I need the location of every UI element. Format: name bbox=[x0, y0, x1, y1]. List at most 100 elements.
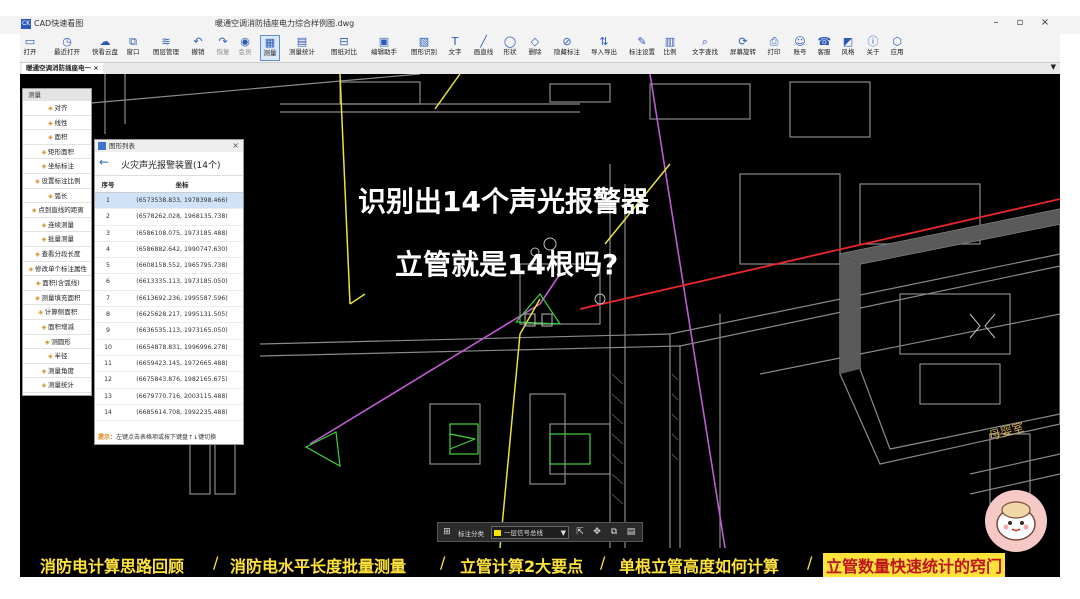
row-index: 6 bbox=[106, 278, 110, 286]
close-panel-button[interactable]: × bbox=[232, 140, 239, 152]
minimize-button[interactable]: – bbox=[986, 17, 1006, 28]
measure-tool-label: 弧长 bbox=[54, 191, 68, 200]
text-search-icon: ⌕ bbox=[701, 35, 709, 48]
toolbar-button-23[interactable]: ⎙ 打印 bbox=[764, 35, 784, 61]
table-row[interactable]: 12 (6675843.876, 1982165.675) bbox=[95, 372, 243, 389]
toolbar-button-22[interactable]: ⟳ 屏幕旋转 bbox=[726, 35, 760, 61]
toolbar-button-21[interactable]: ⌕ 文字查找 bbox=[688, 35, 722, 61]
edit-assistant-icon: ▣ bbox=[378, 35, 390, 48]
measure-tool-item[interactable]: ◈ 面积 bbox=[23, 130, 91, 145]
measure-tool-item[interactable]: ◈ 连续测量 bbox=[23, 218, 91, 233]
toolbar-button-0[interactable]: ▭ 打开 bbox=[20, 35, 40, 61]
measure-tool-label: 设置标注比例 bbox=[41, 176, 81, 185]
document-tab[interactable]: 暖通空调消防插座电一 × bbox=[22, 63, 103, 74]
toolbar-button-10[interactable]: ⊟ 图纸对比 bbox=[327, 35, 361, 61]
toolbar-button-14[interactable]: ╱ 画直线 bbox=[470, 35, 497, 61]
measure-tool-item[interactable]: ◈ 批量测量 bbox=[23, 232, 91, 247]
table-row[interactable]: 3 (6586108.075, 1973185.488) bbox=[95, 226, 243, 242]
table-row[interactable]: 6 (6613335.113, 1973185.050) bbox=[95, 274, 243, 291]
toolbar-button-27[interactable]: ⓘ 关于 bbox=[863, 35, 883, 61]
row-coordinate: (6679770.716, 2003115.488) bbox=[136, 392, 228, 400]
measure-tool-icon: ◈ bbox=[35, 279, 41, 288]
table-row[interactable]: 1 (6573538.833, 1978398.466) bbox=[95, 193, 243, 210]
measure-tool-item[interactable]: ◈ 设置标注比例 bbox=[23, 174, 91, 189]
toolbar-button-28[interactable]: ⬡ 应用 bbox=[887, 35, 907, 61]
toolbar-button-label: 画直线 bbox=[473, 48, 494, 56]
measure-tool-item[interactable]: ◈ 坐标标注 bbox=[23, 159, 91, 174]
measure-tool-item[interactable]: ◈ 面积(含弧线) bbox=[23, 276, 91, 291]
table-row[interactable]: 9 (6636535.113, 1973165.050) bbox=[95, 323, 243, 340]
measure-tool-item[interactable]: ◈ 点到直线的距离 bbox=[23, 203, 91, 218]
measure-tool-item[interactable]: ◈ 半径 bbox=[23, 349, 91, 364]
measure-tool-icon: ◈ bbox=[38, 308, 44, 317]
row-coordinate: (6608158.552, 1965795.738) bbox=[136, 262, 228, 270]
table-row[interactable]: 10 (6654878.831, 1996996.278) bbox=[95, 340, 243, 356]
toolbar-button-19[interactable]: ✎ 标注设置 bbox=[625, 35, 659, 61]
group-header: ← 火灾声光报警装置(14个) bbox=[95, 152, 243, 176]
measure-tool-label: 点到直线的距离 bbox=[38, 206, 84, 215]
copy-icon[interactable]: ⧉ bbox=[609, 527, 619, 537]
table-row[interactable]: 4 (6586882.642, 1990747.630) bbox=[95, 242, 243, 259]
table-row[interactable]: 11 (6659423.145, 1972665.488) bbox=[95, 356, 243, 373]
toolbar-button-8[interactable]: ▦ 测量 bbox=[260, 35, 280, 61]
toolbar-button-13[interactable]: T 文字 bbox=[445, 35, 465, 61]
measure-tool-item[interactable]: ◈ 面积增减 bbox=[23, 320, 91, 335]
toolbar-button-label: 打开 bbox=[23, 48, 37, 56]
table-row[interactable]: 2 (6578262.028, 1968135.738) bbox=[95, 209, 243, 226]
row-coordinate: (6625628.217, 1995131.505) bbox=[136, 311, 228, 319]
export-icon[interactable]: ⇱ bbox=[575, 527, 585, 537]
toolbar-button-11[interactable]: ▣ 编辑助手 bbox=[367, 35, 401, 61]
tab-menu-button[interactable]: ▼ bbox=[1051, 63, 1056, 71]
paste-icon[interactable]: ▤ bbox=[626, 527, 636, 537]
toolbar-button-7[interactable]: ◉ 会员 bbox=[235, 35, 255, 61]
column-header-coordinate: 坐标 bbox=[175, 181, 189, 189]
move-icon[interactable]: ✥ bbox=[592, 527, 602, 537]
measure-tool-item[interactable]: ◈ 线性 bbox=[23, 116, 91, 131]
toolbar-button-20[interactable]: ▥ 比例 bbox=[660, 35, 680, 61]
toolbar-button-5[interactable]: ↶ 撤销 bbox=[188, 35, 208, 61]
toolbar-button-9[interactable]: ▤ 测量统计 bbox=[285, 35, 319, 61]
back-arrow-icon[interactable]: ← bbox=[99, 155, 109, 169]
toolbar-button-6[interactable]: ↷ 恢复 bbox=[213, 35, 233, 61]
table-row[interactable]: 13 (6679770.716, 2003115.488) bbox=[95, 389, 243, 405]
toolbar-button-label: 关于 bbox=[866, 48, 880, 56]
app-window: CK CAD快速看图 暖通空调消防插座电力综合样例图.dwg – ▫ × ▭ 打开… bbox=[0, 0, 1080, 599]
measure-tool-item[interactable]: ◈ 测量填充面积 bbox=[23, 291, 91, 306]
grid-icon[interactable]: ⊞ bbox=[442, 527, 452, 537]
measure-tool-item[interactable]: ◈ 测量角度 bbox=[23, 364, 91, 379]
maximize-button[interactable]: ▫ bbox=[1010, 17, 1030, 28]
mascot-avatar bbox=[985, 490, 1047, 552]
measure-tool-item[interactable]: ◈ 矩形面积 bbox=[23, 145, 91, 160]
table-row[interactable]: 7 (6613692.236, 1995587.596) bbox=[95, 291, 243, 308]
toolbar-button-26[interactable]: ◩ 风格 bbox=[838, 35, 858, 61]
annotation-category-select[interactable]: 一层信号总线 ▼ bbox=[491, 526, 569, 539]
toolbar-button-3[interactable]: ⧉ 窗口 bbox=[123, 35, 143, 61]
table-row[interactable]: 5 (6608158.552, 1965795.738) bbox=[95, 258, 243, 275]
toolbar-button-25[interactable]: ☎ 客服 bbox=[814, 35, 834, 61]
toolbar-button-label: 图形识别 bbox=[411, 48, 437, 56]
toolbar-button-18[interactable]: ⇅ 导入导出 bbox=[587, 35, 621, 61]
toolbar-button-1[interactable]: ◷ 最近打开 bbox=[50, 35, 84, 61]
measure-tool-item[interactable]: ◈ 测圆形 bbox=[23, 335, 91, 350]
measure-tool-item[interactable]: ◈ 对齐 bbox=[23, 101, 91, 116]
row-coordinate: (6613692.236, 1995587.596) bbox=[136, 294, 228, 302]
eraser-icon: ◇ bbox=[530, 35, 540, 48]
measure-tool-item[interactable]: ◈ 测量统计 bbox=[23, 378, 91, 393]
main-toolbar: ▭ 打开 ◷ 最近打开 ☁ 快看云盘 ⧉ 窗口 ≋ 图层管理 ↶ 撤销 ↷ 恢复 ◉ 会员 ▦ 测量 ▤ 测量统计 ⊟ 图… bbox=[20, 34, 1060, 62]
toolbar-button-24[interactable]: ☺ 账号 bbox=[790, 35, 810, 61]
measure-tool-item[interactable]: ◈ 修改单个标注属性 bbox=[23, 262, 91, 277]
toolbar-button-4[interactable]: ≋ 图层管理 bbox=[149, 35, 183, 61]
table-row[interactable]: 8 (6625628.217, 1995131.505) bbox=[95, 307, 243, 324]
recent-icon: ◷ bbox=[62, 35, 72, 48]
toolbar-button-15[interactable]: ◯ 形状 bbox=[500, 35, 520, 61]
toolbar-button-16[interactable]: ◇ 删除 bbox=[525, 35, 545, 61]
close-button[interactable]: × bbox=[1035, 17, 1055, 28]
measure-tool-item[interactable]: ◈ 查看分段长度 bbox=[23, 247, 91, 262]
toolbar-button-12[interactable]: ▧ 图形识别 bbox=[407, 35, 441, 61]
measure-tool-icon: ◈ bbox=[41, 322, 47, 331]
toolbar-button-17[interactable]: ⊘ 隐藏标注 bbox=[550, 35, 584, 61]
toolbar-button-2[interactable]: ☁ 快看云盘 bbox=[88, 35, 122, 61]
measure-tool-item[interactable]: ◈ 计算侧面积 bbox=[23, 305, 91, 320]
measure-tool-item[interactable]: ◈ 弧长 bbox=[23, 189, 91, 204]
table-row[interactable]: 14 (6685614.708, 1992235.488) bbox=[95, 405, 243, 422]
